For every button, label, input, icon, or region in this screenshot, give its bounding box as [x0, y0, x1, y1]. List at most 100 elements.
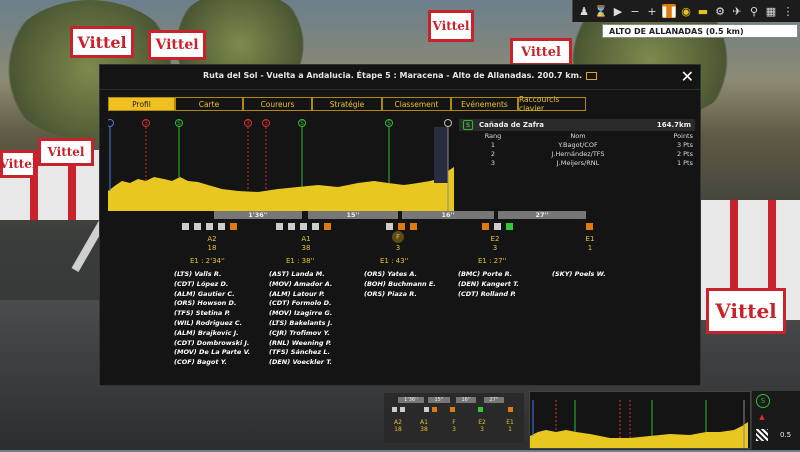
stage-info-panel: Ruta del Sol - Vuelta a Andalucia. Étape…	[99, 64, 701, 386]
minus-icon[interactable]: −	[628, 4, 642, 18]
close-button[interactable]: ✕	[681, 67, 694, 86]
group-label: E2	[490, 235, 500, 243]
stage-profile[interactable]: 3 S 3 3 S S	[108, 119, 454, 211]
group-count: 18	[207, 244, 217, 252]
jersey-icon[interactable]	[494, 223, 501, 230]
rider-entry[interactable]: (WIL) Rodriguez C.	[174, 319, 250, 329]
play-icon[interactable]: ▶	[611, 4, 625, 18]
favorites-group-badge[interactable]: F	[392, 231, 404, 243]
tab-carte[interactable]: Carte	[175, 97, 243, 111]
rider-entry[interactable]: (ORS) Piaza R.	[364, 290, 436, 300]
sprint-row: 3 J.Meijers/RNL 1 Pts	[459, 158, 695, 167]
rider-entry[interactable]: (ALM) Brajkovic J.	[174, 329, 250, 339]
jersey-icon[interactable]	[182, 223, 189, 230]
group-time: E1 : 38''	[286, 257, 315, 265]
sprint-label: S	[177, 120, 181, 127]
sprint-icon: S	[463, 120, 473, 130]
rider-name[interactable]: J.Hernández/TFS	[523, 150, 633, 158]
mini-label: E1	[506, 419, 514, 426]
rider-entry[interactable]: (TFS) Stetina P.	[174, 309, 250, 319]
mountain-icon[interactable]: ▲	[756, 411, 768, 423]
rider-entry[interactable]: (BMC) Porte R.	[458, 270, 519, 280]
rider-entry[interactable]: (CJR) Trofimov Y.	[269, 329, 333, 339]
rider-name[interactable]: Y.Bagot/COF	[523, 141, 633, 149]
grid-icon[interactable]: ▦	[764, 4, 778, 18]
bike-icon[interactable]: ⚲	[747, 4, 761, 18]
jersey-icon[interactable]	[288, 223, 295, 230]
tab-strategie[interactable]: Stratégie	[312, 97, 382, 111]
jersey-icon[interactable]	[586, 223, 593, 230]
rider-entry[interactable]: (SKY) Poels W.	[552, 270, 606, 280]
rider-entry[interactable]: (LTS) Bakelants J.	[269, 319, 333, 329]
rider-entry[interactable]: (ORS) Yates A.	[364, 270, 436, 280]
jersey-icon	[400, 407, 405, 412]
mini-gap: 27''	[484, 397, 504, 403]
sprint-label: S	[387, 120, 391, 127]
group-count: 3	[492, 244, 498, 252]
image-icon[interactable]	[586, 71, 597, 80]
tab-profil[interactable]: Profil	[108, 97, 175, 111]
panel-title: Ruta del Sol - Vuelta a Andalucia. Étape…	[100, 71, 700, 80]
hourglass-icon[interactable]: ⌛	[594, 4, 608, 18]
leader-icon[interactable]: ♟	[577, 4, 591, 18]
mini-groups-panel[interactable]: 1'36'' 15'' 16'' 27'' A2 18 A1 38 F 3 E2…	[384, 393, 524, 443]
jersey-icon[interactable]	[312, 223, 319, 230]
mini-stage-profile[interactable]	[529, 391, 751, 449]
jersey-icon[interactable]	[300, 223, 307, 230]
rider-entry[interactable]: (CDT) Dombrowski J.	[174, 339, 250, 349]
tab-coureurs[interactable]: Coureurs	[243, 97, 312, 111]
tab-evenements[interactable]: Evénements	[451, 97, 518, 111]
group-time: E1 : 2'34''	[190, 257, 225, 265]
climb-indicator: ALTO DE ALLANADAS (0.5 km)	[602, 24, 798, 38]
jersey-icon[interactable]	[386, 223, 393, 230]
rider-entry[interactable]: (MOV) Amador A.	[269, 280, 333, 290]
jersey-icon[interactable]	[206, 223, 213, 230]
rider-name[interactable]: J.Meijers/RNL	[523, 159, 633, 167]
rider-entry[interactable]: (RNL) Weening P.	[269, 339, 333, 349]
jersey-icon[interactable]	[194, 223, 201, 230]
jersey-icon[interactable]	[230, 223, 237, 230]
rider-entry[interactable]: (ORS) Howson D.	[174, 299, 250, 309]
climb-category: 3	[264, 120, 268, 127]
rider-entry[interactable]: (CDT) Rolland P.	[458, 290, 519, 300]
rider-entry[interactable]: (COF) Bagot Y.	[174, 358, 250, 368]
jersey-icon[interactable]	[218, 223, 225, 230]
rider-entry[interactable]: (DEN) Kangert T.	[458, 280, 519, 290]
rider-entry[interactable]: (CDT) López D.	[174, 280, 250, 290]
header-points: Points	[673, 131, 693, 140]
car-icon[interactable]: ▬	[696, 4, 710, 18]
finish-zone	[434, 127, 448, 183]
pause-icon[interactable]: ❚❚	[660, 4, 678, 18]
helicopter-icon[interactable]: ✈	[730, 4, 744, 18]
rider-entry[interactable]: (LTS) Valls R.	[174, 270, 250, 280]
sponsor-banner: Vittel	[0, 150, 36, 178]
jersey-icon[interactable]	[398, 223, 405, 230]
rider-entry[interactable]: (TFS) Sánchez L.	[269, 348, 333, 358]
rider-entry[interactable]: (ALM) Latour P.	[269, 290, 333, 300]
finish-flag-icon[interactable]	[756, 429, 768, 441]
rider-entry[interactable]: (DEN) Voeckler T.	[269, 358, 333, 368]
motorbike-icon[interactable]: ⚙	[713, 4, 727, 18]
jersey-icon[interactable]	[482, 223, 489, 230]
jersey-icon[interactable]	[324, 223, 331, 230]
rider-list: (LTS) Valls R. (CDT) López D. (ALM) Gaut…	[174, 270, 250, 368]
tab-raccourcis[interactable]: Raccourcis clavier	[518, 95, 586, 113]
eye-icon[interactable]: ◉	[679, 4, 693, 18]
rider-entry[interactable]: (AST) Landa M.	[269, 270, 333, 280]
jersey-icon[interactable]	[506, 223, 513, 230]
mini-count: 3	[480, 426, 484, 433]
tab-classement[interactable]: Classement	[382, 97, 451, 111]
jersey-icon[interactable]	[276, 223, 283, 230]
rider-entry[interactable]: (BOH) Buchmann E.	[364, 280, 436, 290]
sprint-filter-icon[interactable]: S	[756, 394, 770, 408]
menu-icon[interactable]: ⋮	[781, 4, 795, 18]
sponsor-banner: Vittel	[38, 138, 94, 166]
sprint-label: S	[300, 120, 304, 127]
plus-icon[interactable]: +	[645, 4, 659, 18]
rider-entry[interactable]: (MOV) Izagirre G.	[269, 309, 333, 319]
jersey-icon[interactable]	[410, 223, 417, 230]
rider-entry[interactable]: (MOV) De La Parte V.	[174, 348, 250, 358]
rider-entry[interactable]: (CDT) Formolo D.	[269, 299, 333, 309]
time-gap: 27''	[498, 211, 586, 219]
rider-entry[interactable]: (ALM) Gautier C.	[174, 290, 250, 300]
